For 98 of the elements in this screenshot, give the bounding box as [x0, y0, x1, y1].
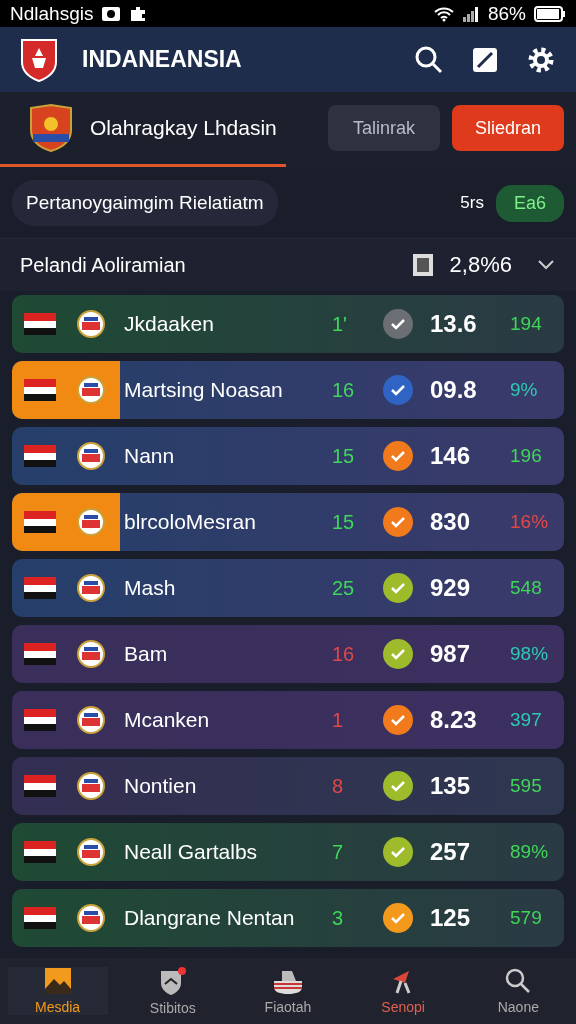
- team-name: Dlangrane Nentan: [123, 906, 296, 930]
- count-text: 1: [332, 708, 345, 732]
- team-row[interactable]: Dlangrane Nentan 3 125 579: [12, 889, 564, 947]
- percent-text: 89%: [510, 841, 550, 863]
- section-value: 2,8%6: [449, 252, 512, 278]
- team-name: Jkdaaken: [123, 312, 215, 336]
- team-name: Nann: [123, 444, 176, 468]
- signal-icon: [461, 5, 480, 22]
- percent-text: 579: [510, 907, 543, 929]
- wifi-icon: [433, 5, 454, 22]
- team-row[interactable]: Bam 16 987 98%: [12, 625, 564, 683]
- document-icon: [411, 253, 434, 277]
- team-row[interactable]: Jkdaaken 1' 13.6 194: [12, 295, 564, 353]
- team-row[interactable]: Nontien 8 135 595: [12, 757, 564, 815]
- score-text: 135: [430, 772, 472, 800]
- nav-item[interactable]: Senopi: [353, 967, 454, 1015]
- team-row[interactable]: Neall Gartalbs 7 257 89%: [12, 823, 564, 881]
- score-text: 830: [430, 508, 472, 536]
- team-name: Mash: [123, 576, 177, 600]
- club-crest-icon: [76, 309, 106, 339]
- team-name: Nontien: [123, 774, 198, 798]
- section-title: Pelandi Aoliramian: [20, 253, 186, 277]
- percent-text: 98%: [510, 643, 550, 665]
- shield-logo-icon: [20, 37, 58, 82]
- flag-icon: [24, 775, 56, 797]
- score-text: 8.23: [430, 706, 478, 734]
- percent-text: 16%: [510, 511, 550, 533]
- flag-icon: [24, 841, 56, 863]
- count-text: 3: [332, 906, 345, 930]
- team-name: Bam: [123, 642, 169, 666]
- tab-button[interactable]: Talinrak: [328, 105, 440, 151]
- team-name: Martsing Noasan: [123, 378, 284, 402]
- score-text: 146: [430, 442, 472, 470]
- app-title: INDANEANSIA: [82, 46, 242, 73]
- count-text: 7: [332, 840, 345, 864]
- count-text: 16: [332, 378, 356, 402]
- flag-icon: [24, 709, 56, 731]
- club-crest-icon: [76, 837, 106, 867]
- count-text: 1': [332, 312, 348, 336]
- count-text: 25: [332, 576, 356, 600]
- count-text: 5rs: [460, 193, 484, 213]
- team-row[interactable]: blrcoloMesran 15 830 16%: [12, 493, 564, 551]
- team-name: blrcoloMesran: [123, 510, 257, 534]
- battery-icon: [534, 5, 566, 22]
- percent-text: 194: [510, 313, 543, 335]
- team-row[interactable]: Nann 15 146 196: [12, 427, 564, 485]
- club-crest-icon: [76, 573, 106, 603]
- score-text: 929: [430, 574, 472, 602]
- landscape-icon: [43, 967, 72, 995]
- score-text: 13.6: [430, 310, 478, 338]
- club-crest-icon: [76, 771, 106, 801]
- score-text: 09.8: [430, 376, 478, 404]
- percent-text: 548: [510, 577, 543, 599]
- count-text: 8: [332, 774, 345, 798]
- percent-text: 397: [510, 709, 543, 731]
- team-name: Mcanken: [123, 708, 211, 732]
- status-badge: Ea6: [495, 184, 564, 222]
- flag-icon: [24, 445, 56, 467]
- flag-icon: [24, 907, 56, 929]
- club-crest-icon: [76, 705, 106, 735]
- club-crest-icon: [76, 507, 106, 537]
- nav-item[interactable]: Fiaotah: [237, 967, 338, 1015]
- score-text: 125: [430, 904, 472, 932]
- nav-item[interactable]: Naone: [468, 967, 569, 1015]
- percent-text: 595: [510, 775, 543, 797]
- battery-text: 86%: [487, 2, 526, 25]
- club-crest-icon: [76, 903, 106, 933]
- club-crest-icon: [76, 639, 106, 669]
- tab-button[interactable]: Sliedran: [452, 105, 564, 151]
- team-row[interactable]: Mash 25 929 548: [12, 559, 564, 617]
- edit-icon[interactable]: [472, 46, 498, 73]
- flag-icon: [24, 577, 56, 599]
- score-text: 987: [430, 640, 472, 668]
- crest-icon: [28, 104, 74, 152]
- percent-text: 9%: [510, 379, 539, 401]
- score-text: 257: [430, 838, 472, 866]
- club-crest-icon: [76, 375, 106, 405]
- count-text: 15: [332, 510, 356, 534]
- filter-chip[interactable]: Pertanoygaimgim Rielatiatm: [12, 180, 278, 226]
- flag-icon: [24, 313, 56, 335]
- nav-item[interactable]: Mesdia: [7, 967, 108, 1015]
- count-text: 16: [332, 642, 356, 666]
- nav-item[interactable]: Stibitos: [122, 966, 223, 1016]
- camera-icon: [101, 5, 122, 22]
- club-crest-icon: [76, 441, 106, 471]
- flag-icon: [24, 643, 56, 665]
- flag-icon: [24, 511, 56, 533]
- chevron-icon[interactable]: [536, 258, 556, 272]
- flag-icon: [24, 379, 56, 401]
- carrier-text: Ndlahsgis: [10, 2, 94, 25]
- team-name: Neall Gartalbs: [123, 840, 259, 864]
- team-row[interactable]: Mcanken 1 8.23 397: [12, 691, 564, 749]
- team-name: Olahragkay Lhdasin: [90, 116, 277, 140]
- count-text: 15: [332, 444, 356, 468]
- percent-text: 196: [510, 445, 543, 467]
- puzzle-icon: [129, 5, 148, 22]
- team-row[interactable]: Martsing Noasan 16 09.8 9%: [12, 361, 564, 419]
- search-icon[interactable]: [414, 44, 444, 75]
